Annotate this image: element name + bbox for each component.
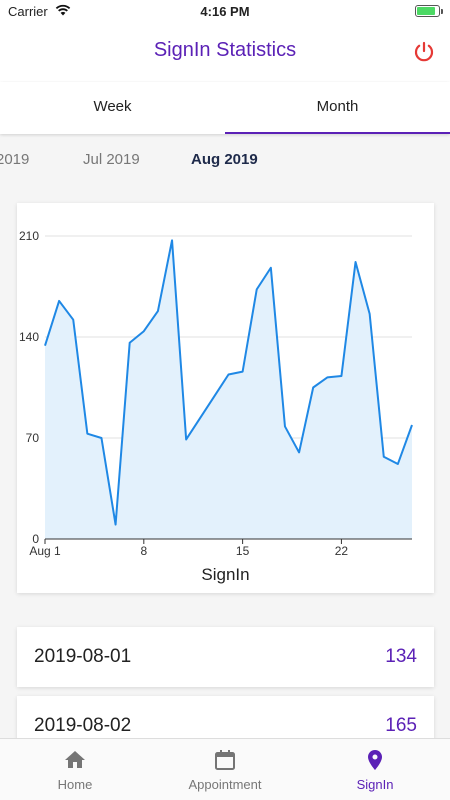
power-icon[interactable] <box>412 40 436 64</box>
signin-chart: 070140210Aug 1 8 15 22SignIn <box>19 229 413 584</box>
record-count: 165 <box>385 715 417 736</box>
battery-icon <box>415 5 443 17</box>
calendar-icon <box>215 750 235 770</box>
record-count: 134 <box>385 646 417 667</box>
home-icon <box>65 751 85 768</box>
y-tick-label: 210 <box>19 229 39 243</box>
page-title: SignIn Statistics <box>153 39 297 61</box>
chart-card: 0 70 140 210 Aug 1 8 15 22 SignIn <box>17 203 434 593</box>
x-tick-label: 22 <box>335 544 349 558</box>
month-selector: 2019 Jul 2019 Aug 2019 <box>0 134 450 186</box>
area-fill <box>45 240 412 540</box>
status-bar: Carrier 4:16 PM <box>0 0 450 22</box>
month-item-jul-2019[interactable]: Jul 2019 <box>83 151 140 168</box>
record-date: 2019-08-02 <box>34 715 132 736</box>
bottom-nav: Home Appointment SignIn <box>0 738 450 800</box>
x-tick-label: 15 <box>236 544 250 558</box>
x-axis-label: SignIn <box>201 565 249 584</box>
x-tick-label: Aug 1 <box>29 544 61 558</box>
period-tabs: Week Month <box>0 82 450 134</box>
y-tick-label: 140 <box>19 330 39 344</box>
location-pin-icon <box>368 750 382 770</box>
month-item-prev[interactable]: 2019 <box>0 151 29 168</box>
nav-item-signin[interactable]: SignIn <box>300 739 450 800</box>
tab-month[interactable]: Month <box>225 82 450 134</box>
clock: 4:16 PM <box>200 4 250 19</box>
nav-label-home: Home <box>57 777 93 792</box>
nav-item-appointment[interactable]: Appointment <box>150 739 300 800</box>
list-item[interactable]: 2019-08-01 134 <box>17 627 434 687</box>
month-item-aug-2019[interactable]: Aug 2019 <box>191 151 258 168</box>
app-bar: SignIn Statistics <box>0 22 450 82</box>
x-tick-label: 8 <box>140 544 147 558</box>
nav-item-home[interactable]: Home <box>0 739 150 800</box>
nav-label-signin: SignIn <box>356 777 394 792</box>
nav-label-appointment: Appointment <box>188 777 262 792</box>
record-date: 2019-08-01 <box>34 646 132 667</box>
y-tick-label: 70 <box>26 431 40 445</box>
tab-week[interactable]: Week <box>0 82 225 134</box>
